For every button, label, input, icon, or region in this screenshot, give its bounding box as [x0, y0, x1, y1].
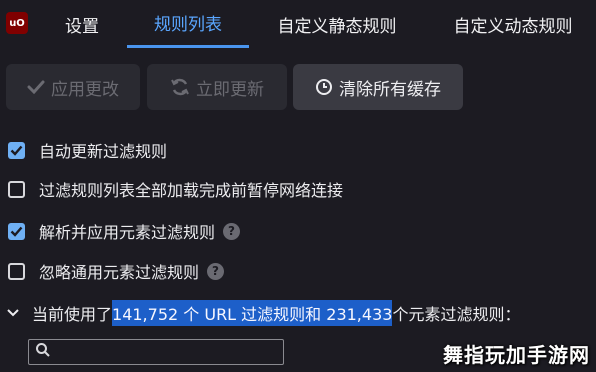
option-label: 自动更新过滤规则 — [39, 142, 168, 161]
tab-bar: uO 设置 规则列表 自定义静态规则 自定义动态规则 — [0, 0, 596, 48]
ublock-logo-icon: uO — [6, 12, 28, 34]
search-field[interactable] — [28, 339, 284, 365]
option-label: 解析并应用元素过滤规则 — [39, 223, 216, 242]
logo-text: uO — [9, 17, 25, 29]
filter-summary: 当前使用了 141,752 个 URL 过滤规则和 231,433 个元素过滤规… — [6, 300, 520, 326]
update-now-button[interactable]: 立即更新 — [147, 64, 287, 110]
option-label: 过滤规则列表全部加载完成前暂停网络连接 — [39, 181, 344, 200]
update-now-label: 立即更新 — [196, 79, 264, 100]
apply-changes-label: 应用更改 — [51, 79, 119, 100]
search-icon — [35, 342, 51, 362]
summary-prefix: 当前使用了 — [32, 305, 113, 324]
purge-caches-label: 清除所有缓存 — [339, 79, 441, 100]
option-label: 忽略通用元素过滤规则 — [39, 263, 200, 282]
option-auto-update[interactable]: 自动更新过滤规则 — [8, 138, 167, 162]
search-input[interactable] — [55, 343, 283, 361]
clock-icon — [315, 78, 333, 96]
chevron-down-icon[interactable] — [6, 308, 20, 318]
help-icon[interactable]: ? — [207, 262, 225, 280]
purge-caches-button[interactable]: 清除所有缓存 — [293, 64, 463, 110]
checkbox-checked-icon[interactable] — [8, 141, 25, 159]
check-icon — [27, 80, 45, 94]
watermark: 舞指玩加手游网 — [443, 343, 590, 367]
summary-suffix: 个元素过滤规则： — [392, 305, 521, 324]
refresh-icon — [170, 78, 190, 96]
help-icon[interactable]: ? — [223, 222, 241, 240]
checkbox-unchecked-icon[interactable] — [8, 180, 25, 198]
summary-highlight: 141,752 个 URL 过滤规则和 231,433 — [112, 300, 393, 326]
apply-changes-button[interactable]: 应用更改 — [6, 64, 140, 110]
tab-my-filters[interactable]: 自定义静态规则 — [258, 0, 416, 48]
tab-filter-lists[interactable]: 规则列表 — [127, 0, 249, 48]
tab-dynamic-rules[interactable]: 自定义动态规则 — [432, 0, 594, 48]
tab-settings[interactable]: 设置 — [46, 0, 118, 48]
option-parse-cosmetic-filters[interactable]: 解析并应用元素过滤规则 ? — [8, 219, 241, 243]
option-suspend-until-loaded[interactable]: 过滤规则列表全部加载完成前暂停网络连接 — [8, 177, 343, 201]
checkbox-checked-icon[interactable] — [8, 222, 25, 240]
checkbox-unchecked-icon[interactable] — [8, 262, 25, 280]
option-ignore-generic-cosmetic[interactable]: 忽略通用元素过滤规则 ? — [8, 259, 225, 283]
